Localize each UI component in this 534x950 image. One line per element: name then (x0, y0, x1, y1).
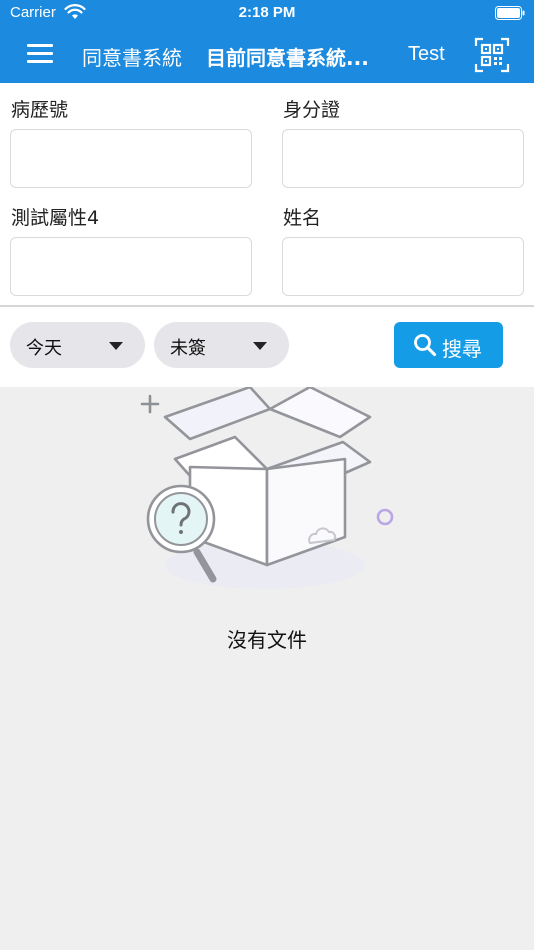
sign-status-value: 未簽 (170, 338, 206, 359)
sign-status-select[interactable]: 未簽 (154, 322, 289, 368)
caret-down-icon (109, 342, 123, 350)
user-name[interactable]: Test (408, 43, 445, 66)
test-attribute-input[interactable] (10, 237, 252, 296)
test-attribute-label: 測試屬性4 (11, 207, 100, 229)
search-button-label: 搜尋 (442, 337, 482, 361)
id-number-label: 身分證 (283, 99, 341, 121)
id-number-input[interactable] (282, 129, 524, 188)
empty-box-icon (140, 387, 394, 589)
filter-bar: 今天 未簽 搜尋 (0, 307, 534, 387)
caret-down-icon (253, 342, 267, 350)
medical-record-no-label: 病歷號 (11, 99, 69, 121)
app-header: Carrier 2:18 PM 同意書系統 目前同意書系統... Test (0, 0, 534, 83)
name-label: 姓名 (283, 207, 322, 229)
date-range-select[interactable]: 今天 (10, 322, 145, 368)
name-input[interactable] (282, 237, 524, 296)
qr-code-scan-icon[interactable] (474, 37, 510, 73)
search-icon (414, 334, 437, 357)
medical-record-no-input[interactable] (10, 129, 252, 188)
clock: 2:18 PM (238, 4, 296, 21)
date-range-value: 今天 (26, 338, 62, 359)
battery-icon (495, 6, 525, 20)
empty-state-message: 沒有文件 (227, 628, 307, 652)
search-form: 病歷號 身分證 測試屬性4 姓名 (0, 83, 534, 305)
status-bar: Carrier 2:18 PM (0, 0, 534, 28)
hamburger-menu-icon[interactable] (27, 44, 55, 64)
search-button[interactable]: 搜尋 (394, 322, 503, 368)
current-form-title[interactable]: 目前同意書系統... (206, 42, 386, 71)
system-title: 同意書系統 (82, 46, 182, 70)
